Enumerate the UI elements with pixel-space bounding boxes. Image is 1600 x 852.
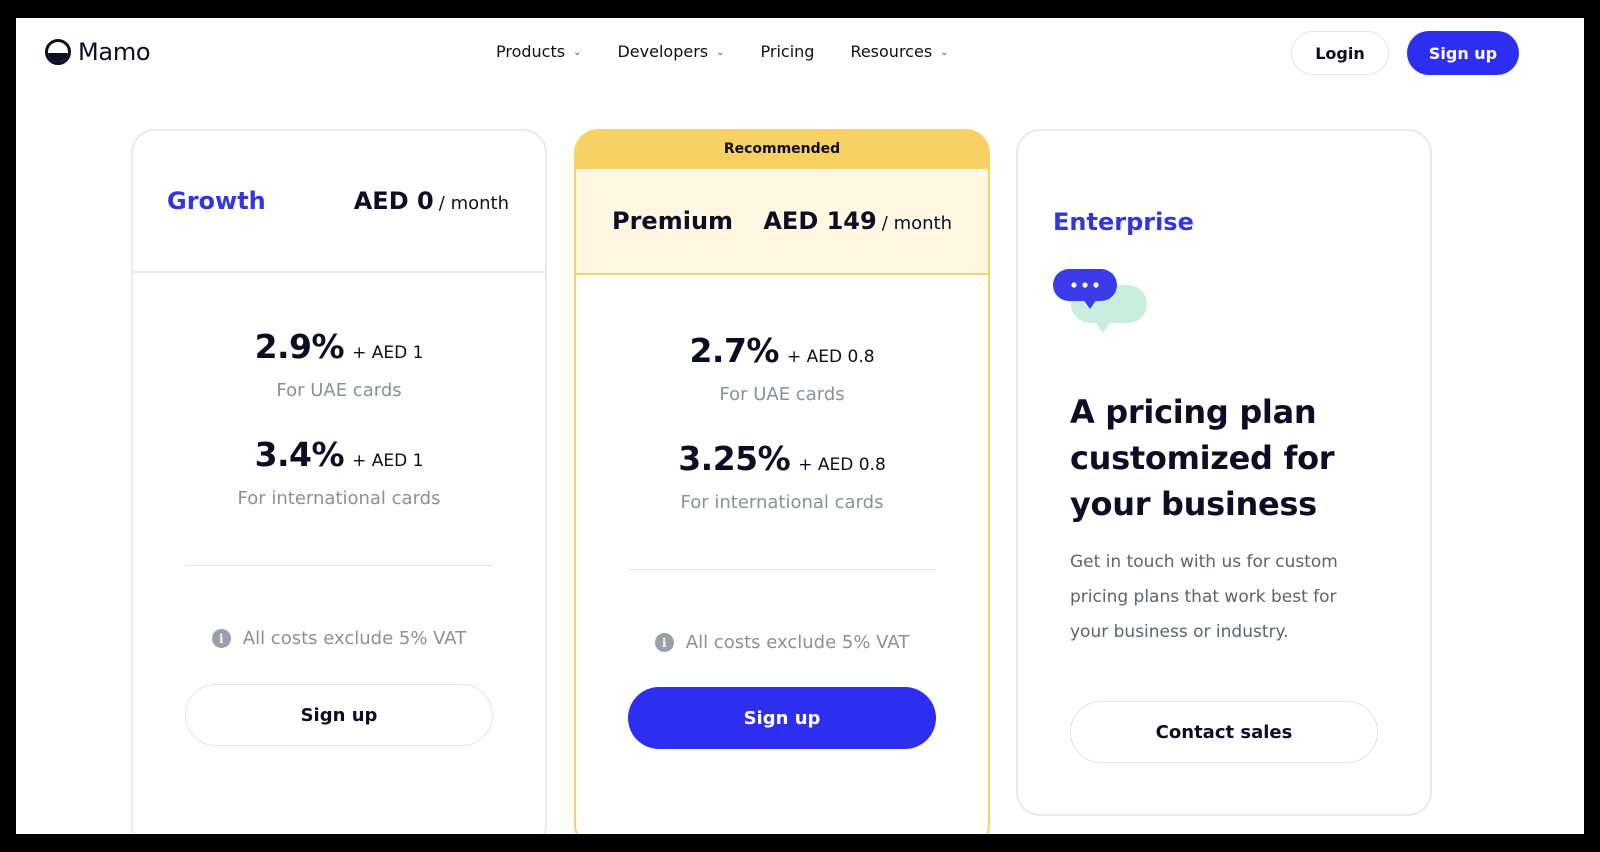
login-button[interactable]: Login bbox=[1291, 31, 1389, 75]
nav-item-label: Pricing bbox=[760, 42, 815, 61]
rate-uae: 2.9% + AED 1 For UAE cards bbox=[133, 327, 545, 401]
chevron-down-icon: ⌄ bbox=[716, 47, 725, 58]
rates-section: 2.7% + AED 0.8 For UAE cards 3.25% + AED… bbox=[576, 275, 988, 513]
top-navigation: Mamo Products ⌄ Developers ⌄ Pricing Res… bbox=[16, 18, 1584, 88]
vat-note-text: All costs exclude 5% VAT bbox=[685, 632, 910, 653]
rate-uae: 2.7% + AED 0.8 For UAE cards bbox=[576, 331, 988, 405]
chevron-down-icon: ⌄ bbox=[940, 47, 949, 58]
chat-bubbles-icon bbox=[1053, 269, 1147, 333]
rate-label: For international cards bbox=[237, 488, 441, 509]
nav-item-label: Developers bbox=[617, 42, 709, 61]
nav-menu: Products ⌄ Developers ⌄ Pricing Resource… bbox=[496, 42, 949, 61]
rate-percent: 2.9% bbox=[254, 327, 345, 366]
rate-fee: + AED 1 bbox=[352, 343, 424, 363]
plan-name: Growth bbox=[167, 187, 266, 215]
rate-percent: 2.7% bbox=[689, 331, 779, 370]
rates-section: 2.9% + AED 1 For UAE cards 3.4% + AED 1 … bbox=[133, 273, 545, 509]
enterprise-description: Get in touch with us for custom pricing … bbox=[1070, 552, 1338, 642]
price-amount: AED 149 bbox=[763, 207, 877, 235]
plan-price: AED 149 / month bbox=[763, 207, 952, 235]
vat-note: i All costs exclude 5% VAT bbox=[576, 632, 988, 653]
nav-item-pricing[interactable]: Pricing bbox=[761, 42, 815, 61]
rate-international: 3.4% + AED 1 For international cards bbox=[133, 435, 545, 509]
rate-label: For UAE cards bbox=[276, 380, 402, 401]
price-unit: / month bbox=[438, 193, 509, 214]
rate-label: For UAE cards bbox=[719, 384, 845, 405]
browser-viewport: Mamo Products ⌄ Developers ⌄ Pricing Res… bbox=[16, 18, 1584, 834]
price-amount: AED 0 bbox=[353, 187, 434, 215]
plan-name: Enterprise bbox=[1053, 208, 1194, 236]
recommended-badge: Recommended bbox=[576, 129, 988, 169]
contact-sales-button[interactable]: Contact sales bbox=[1070, 701, 1378, 763]
plan-card-growth: Growth AED 0 / month 2.9% + AED 1 For UA… bbox=[131, 129, 547, 834]
growth-signup-button[interactable]: Sign up bbox=[185, 684, 493, 746]
rate-percent: 3.4% bbox=[254, 435, 345, 474]
plan-header: Premium AED 149 / month bbox=[576, 169, 988, 275]
divider bbox=[628, 569, 936, 570]
mamo-logo-icon bbox=[45, 39, 71, 65]
brand-logo[interactable]: Mamo bbox=[45, 38, 151, 66]
info-icon: i bbox=[654, 633, 674, 652]
plan-price: AED 0 / month bbox=[354, 187, 509, 215]
vat-note-text: All costs exclude 5% VAT bbox=[242, 628, 467, 649]
brand-name: Mamo bbox=[78, 38, 151, 66]
rate-fee: + AED 1 bbox=[352, 451, 424, 471]
price-unit: / month bbox=[881, 213, 952, 234]
enterprise-heading: A pricing plan customized for your busin… bbox=[1070, 393, 1335, 523]
rate-international: 3.25% + AED 0.8 For international cards bbox=[576, 439, 988, 513]
plan-card-enterprise: Enterprise A pricing plan customized for… bbox=[1016, 129, 1432, 816]
plan-header: Growth AED 0 / month bbox=[133, 131, 545, 273]
rate-fee: + AED 0.8 bbox=[798, 455, 886, 475]
rate-fee: + AED 0.8 bbox=[786, 347, 875, 367]
vat-note: i All costs exclude 5% VAT bbox=[133, 628, 545, 649]
premium-signup-button[interactable]: Sign up bbox=[628, 687, 936, 749]
divider bbox=[185, 565, 493, 566]
nav-item-label: Products bbox=[496, 42, 566, 61]
rate-label: For international cards bbox=[680, 492, 884, 513]
plan-card-premium: Recommended Premium AED 149 / month 2.7%… bbox=[574, 129, 990, 834]
nav-item-resources[interactable]: Resources ⌄ bbox=[850, 42, 948, 61]
nav-item-label: Resources bbox=[850, 42, 933, 61]
nav-item-products[interactable]: Products ⌄ bbox=[496, 42, 581, 61]
rate-percent: 3.25% bbox=[678, 439, 791, 478]
info-icon: i bbox=[211, 629, 231, 648]
chevron-down-icon: ⌄ bbox=[573, 47, 582, 58]
nav-item-developers[interactable]: Developers ⌄ bbox=[617, 42, 724, 61]
plan-name: Premium bbox=[612, 207, 734, 235]
signup-button-header[interactable]: Sign up bbox=[1407, 31, 1519, 75]
